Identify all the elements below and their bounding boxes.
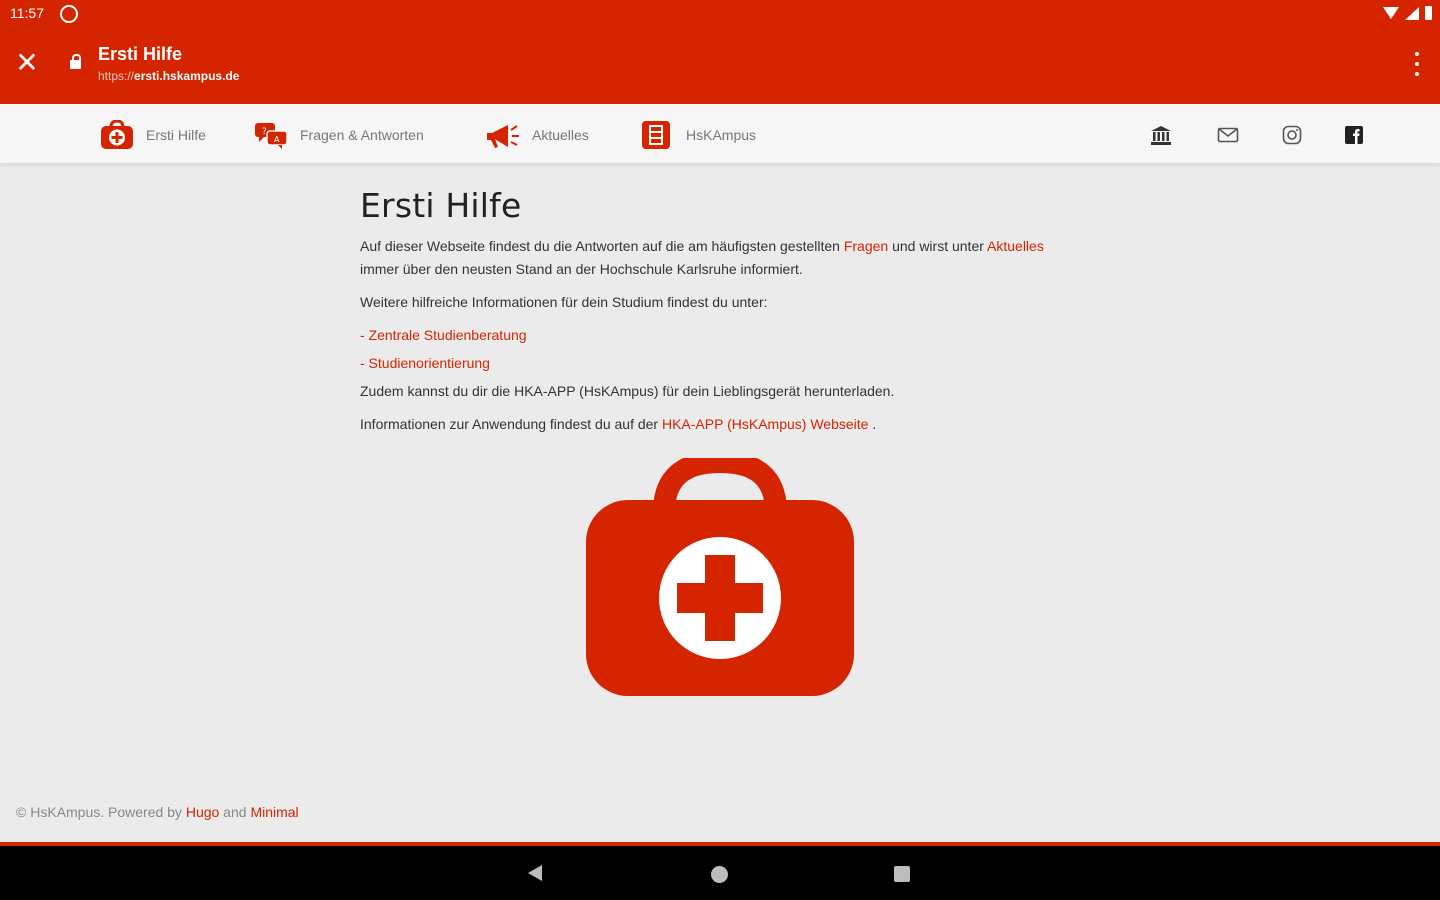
notification-icon (60, 5, 78, 23)
main-content: Ersti Hilfe Auf dieser Webseite findest … (360, 186, 1080, 436)
url-host: ersti.hskampus.de (134, 69, 240, 83)
nav-label-hskampus: HsKAmpus (686, 127, 757, 143)
first-aid-kit-icon (100, 119, 134, 150)
qa-bubbles-icon: ? A (254, 120, 288, 150)
intro-text-2: und wirst unter (888, 238, 988, 254)
url-display[interactable]: https://ersti.hskampus.de (98, 69, 239, 83)
link-aktuelles[interactable]: Aktuelles (987, 238, 1044, 254)
download-text: Zudem kannst du dir die HKA-APP (HsKAmpu… (360, 383, 895, 399)
intro-text-3: immer über den neusten Stand an der Hoch… (360, 261, 803, 277)
close-icon[interactable]: ✕ (14, 49, 40, 77)
link-minimal[interactable]: Minimal (250, 804, 298, 820)
instagram-icon[interactable] (1281, 124, 1303, 146)
battery-icon (1425, 6, 1432, 20)
link-hugo[interactable]: Hugo (186, 804, 219, 820)
nav-label-fragen: Fragen & Antworten (300, 127, 424, 143)
back-icon[interactable] (528, 865, 542, 881)
hskampus-app-icon (640, 120, 674, 150)
browser-toolbar: ✕ Ersti Hilfe https://ersti.hskampus.de (0, 28, 1440, 104)
app-info-text-2: . (868, 416, 877, 432)
svg-text:A: A (274, 135, 280, 144)
first-aid-kit-illustration-icon (586, 450, 854, 696)
overflow-menu-icon[interactable] (1414, 52, 1420, 76)
url-protocol: https:// (98, 69, 135, 83)
link-fragen[interactable]: Fragen (844, 238, 888, 254)
nav-item-fragen[interactable]: ? A Fragen & Antworten (254, 118, 424, 152)
status-time: 11:57 (10, 5, 44, 21)
page-title: Ersti Hilfe (98, 44, 183, 64)
svg-text:?: ? (262, 127, 267, 137)
nav-item-hskampus[interactable]: HsKAmpus (640, 118, 756, 152)
app-info-text-1: Informationen zur Anwendung findest du a… (360, 416, 662, 432)
status-bar: 11:57 (0, 0, 1440, 28)
intro-text-1: Auf dieser Webseite findest du die Antwo… (360, 238, 844, 254)
recent-apps-icon[interactable] (894, 866, 910, 882)
site-nav: Ersti Hilfe ? A Fragen & Antworten Aktue… (0, 104, 1440, 164)
megaphone-icon (486, 120, 520, 150)
footer: © HsKAmpus. Powered by Hugo and Minimal (16, 804, 299, 820)
facebook-icon[interactable] (1343, 124, 1365, 146)
intro-paragraph: Auf dieser Webseite findest du die Antwo… (360, 235, 1080, 281)
mail-icon[interactable] (1217, 124, 1239, 146)
app-info-paragraph: Informationen zur Anwendung findest du a… (360, 413, 1080, 436)
content-heading: Ersti Hilfe (360, 186, 522, 225)
nav-label-ersti-hilfe: Ersti Hilfe (146, 127, 206, 143)
footer-and: and (219, 804, 251, 820)
home-icon[interactable] (711, 866, 728, 883)
link-zentrale-studienberatung[interactable]: - Zentrale Studienberatung (360, 327, 527, 343)
system-icons (1383, 6, 1432, 20)
nav-item-ersti-hilfe[interactable]: Ersti Hilfe (100, 118, 206, 152)
wifi-icon (1383, 7, 1399, 19)
footer-prefix: © HsKAmpus. Powered by (16, 804, 186, 820)
android-nav-bar (0, 846, 1440, 900)
nav-item-aktuelles[interactable]: Aktuelles (486, 118, 589, 152)
nav-label-aktuelles: Aktuelles (532, 127, 589, 143)
signal-icon (1405, 6, 1419, 20)
link-studienorientierung[interactable]: - Studienorientierung (360, 355, 490, 371)
university-icon[interactable] (1150, 124, 1172, 146)
lock-icon[interactable] (70, 54, 81, 69)
link-hka-app-webseite[interactable]: HKA-APP (HsKAmpus) Webseite (662, 416, 868, 432)
further-info-text: Weitere hilfreiche Informationen für dei… (360, 294, 768, 310)
